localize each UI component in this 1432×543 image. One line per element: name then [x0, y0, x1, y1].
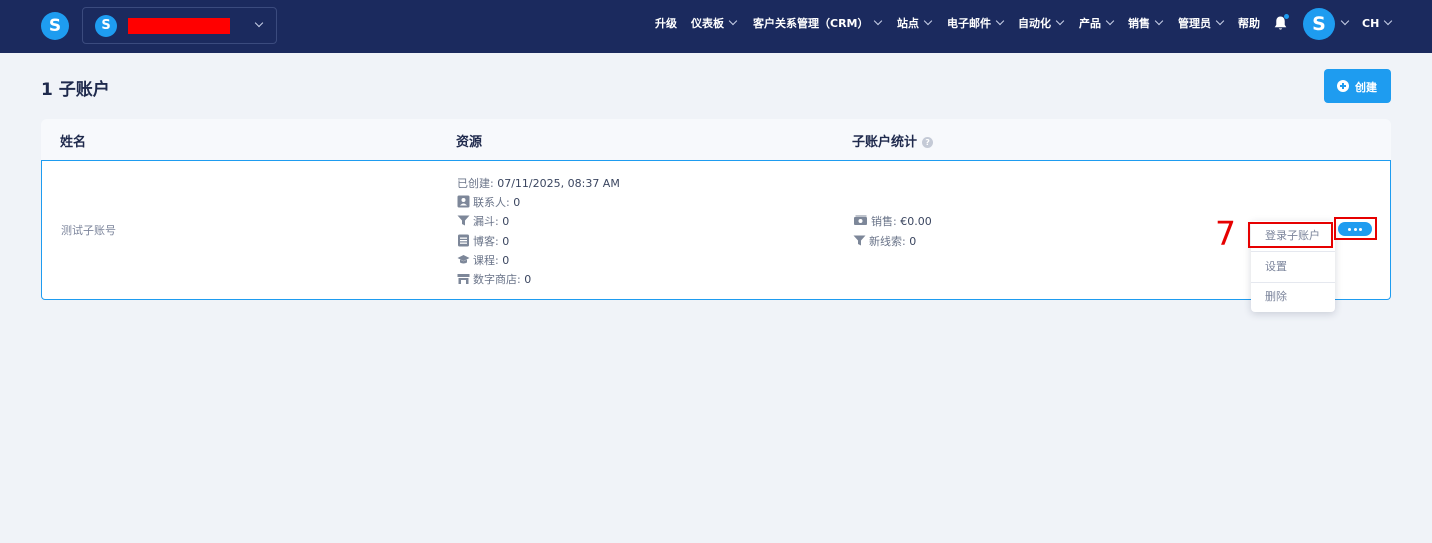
chevron-down-icon[interactable]	[1340, 16, 1350, 26]
stat-new-leads: 新线索: 0	[853, 233, 916, 249]
stat-sales: 销售: €0.00	[853, 213, 932, 229]
table-header: 姓名 资源 子账户统计?	[41, 119, 1391, 160]
resource-courses: 课程: 0	[457, 252, 509, 268]
create-button-label: 创建	[1355, 81, 1377, 94]
app-logo[interactable]: S	[41, 12, 69, 40]
notification-dot	[1284, 14, 1289, 19]
resource-contacts: 联系人: 0	[457, 194, 520, 210]
chevron-down-icon	[873, 16, 882, 26]
resource-blogs: 博客: 0	[457, 233, 509, 249]
nav-upgrade[interactable]: 升级	[655, 16, 677, 32]
nav-email[interactable]: 电子邮件	[947, 16, 1005, 32]
nav-automation[interactable]: 自动化	[1018, 16, 1065, 32]
top-nav-bar: S S 升级 仪表板 客户关系管理（CRM） 站点 电子邮件 自动化 产品 销售…	[0, 0, 1432, 53]
money-icon	[854, 215, 867, 225]
column-header-name: 姓名	[60, 135, 87, 150]
created-date: 已创建: 07/11/2025, 08:37 AM	[457, 177, 620, 190]
funnel-icon	[457, 215, 470, 226]
page-title: 1 子账户	[41, 80, 110, 100]
chevron-down-icon	[1154, 16, 1164, 26]
chevron-down-icon	[728, 16, 738, 26]
info-icon[interactable]: ?	[922, 137, 934, 148]
nav-crm[interactable]: 客户关系管理（CRM）	[753, 16, 882, 32]
resource-funnels: 漏斗: 0	[457, 213, 509, 229]
nav-help[interactable]: 帮助	[1238, 16, 1260, 32]
nav-sales[interactable]: 销售	[1128, 16, 1164, 32]
nav-products[interactable]: 产品	[1079, 16, 1115, 32]
plus-circle-icon	[1337, 80, 1349, 92]
account-logo: S	[95, 15, 117, 37]
graduation-cap-icon	[457, 255, 470, 264]
column-header-resources: 资源	[456, 135, 483, 150]
chevron-down-icon	[1215, 16, 1225, 26]
annotation-highlight-more	[1334, 217, 1377, 240]
store-icon	[457, 274, 470, 284]
user-avatar[interactable]: S	[1303, 8, 1335, 40]
chevron-down-icon	[923, 16, 933, 26]
nav-dashboard[interactable]: 仪表板	[691, 16, 738, 32]
annotation-step-number: 7	[1215, 214, 1236, 253]
chevron-down-icon	[1055, 16, 1065, 26]
chevron-down-icon	[995, 16, 1005, 26]
blog-document-icon	[458, 234, 469, 247]
menu-item-settings[interactable]: 设置	[1251, 252, 1335, 282]
table-row: 测试子账号 已创建: 07/11/2025, 08:37 AM 联系人: 0 漏…	[41, 160, 1391, 300]
redacted-account-name	[128, 18, 230, 34]
nav-sites[interactable]: 站点	[897, 16, 933, 32]
funnel-icon	[853, 235, 866, 246]
menu-item-delete[interactable]: 删除	[1251, 282, 1335, 312]
resource-digital-store: 数字商店: 0	[457, 271, 531, 287]
contact-card-icon	[457, 195, 470, 208]
annotation-highlight-login	[1248, 222, 1333, 248]
nav-admin[interactable]: 管理员	[1178, 16, 1225, 32]
language-selector[interactable]: CH	[1362, 16, 1393, 32]
subaccount-name[interactable]: 测试子账号	[61, 222, 116, 238]
chevron-down-icon	[1384, 16, 1393, 26]
chevron-down-icon	[254, 18, 264, 28]
create-button[interactable]: 创建	[1324, 69, 1391, 103]
account-switcher[interactable]: S	[82, 7, 277, 44]
column-header-stats: 子账户统计?	[852, 131, 934, 150]
chevron-down-icon	[1105, 16, 1115, 26]
